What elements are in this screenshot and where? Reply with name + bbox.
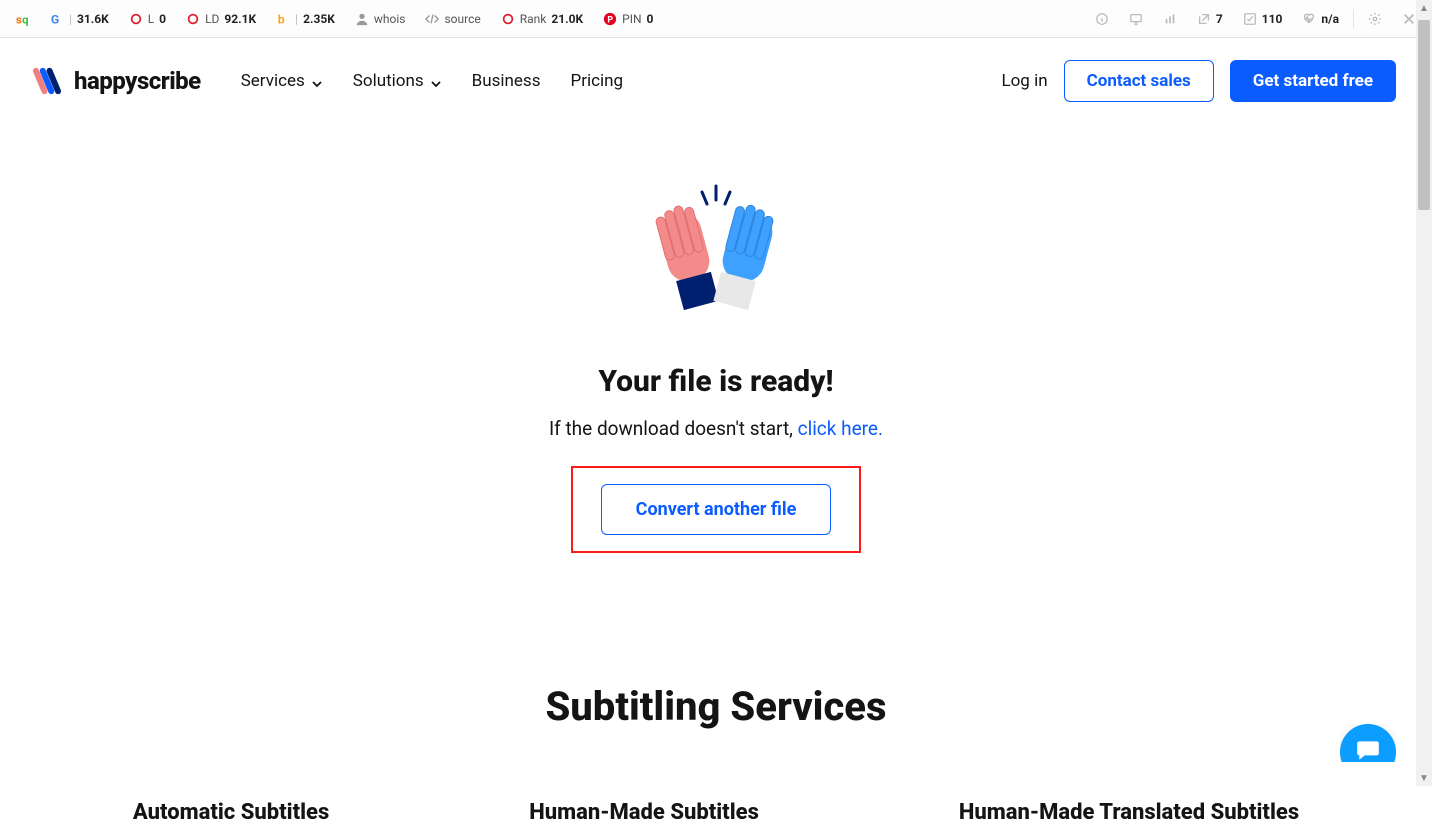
service-card-automatic[interactable]: Automatic Subtitles	[133, 800, 329, 825]
svg-text:q: q	[22, 12, 28, 26]
ext-google-index[interactable]: G | 31.6K	[40, 8, 119, 30]
ext-value: 0	[647, 12, 654, 26]
seoquake-icon: sq	[16, 12, 30, 26]
site-header: happyscribe Services Solutions Business …	[0, 38, 1432, 124]
get-started-button[interactable]: Get started free	[1230, 60, 1396, 102]
nav-label: Services	[241, 71, 305, 91]
red-circle-icon	[186, 12, 200, 26]
heart-icon	[1302, 12, 1316, 26]
ext-monitor[interactable]	[1119, 8, 1153, 30]
nav-label: Pricing	[570, 71, 623, 91]
ext-chart[interactable]	[1153, 8, 1187, 30]
external-icon	[1197, 12, 1211, 26]
nav-pricing[interactable]: Pricing	[570, 71, 623, 91]
ext-seo-icon[interactable]: sq	[6, 8, 40, 30]
nav-services[interactable]: Services	[241, 71, 323, 91]
service-cards: Automatic Subtitles Human-Made Subtitles…	[0, 800, 1432, 825]
ext-source[interactable]: source	[415, 8, 490, 30]
user-icon	[355, 12, 369, 26]
ext-value: 7	[1216, 12, 1223, 26]
svg-text:P: P	[608, 15, 614, 25]
close-icon	[1402, 12, 1416, 26]
ext-settings[interactable]	[1358, 8, 1392, 30]
logo-mark-icon	[30, 64, 64, 98]
ext-label: L	[148, 12, 154, 26]
ext-label: LD	[205, 12, 219, 26]
bing-icon: b	[276, 12, 290, 26]
red-circle-icon	[129, 12, 143, 26]
ext-label: PIN	[622, 12, 641, 26]
svg-text:b: b	[278, 12, 285, 26]
scrollbar-thumb[interactable]	[1418, 20, 1430, 210]
ext-ld-metric[interactable]: LD 92.1K	[176, 8, 266, 30]
nav-solutions[interactable]: Solutions	[353, 71, 442, 91]
service-card-translated[interactable]: Human-Made Translated Subtitles	[959, 800, 1299, 825]
contact-sales-button[interactable]: Contact sales	[1064, 60, 1214, 102]
ext-label: source	[444, 12, 480, 26]
nav-label: Solutions	[353, 71, 424, 91]
click-here-link[interactable]: click here.	[798, 417, 883, 440]
section-title: Subtitling Services	[0, 683, 1432, 730]
ext-info[interactable]	[1085, 8, 1119, 30]
scroll-up-arrow-icon[interactable]: ▲	[1416, 0, 1432, 16]
svg-text:s: s	[16, 12, 22, 26]
google-icon: G	[50, 12, 64, 26]
primary-nav: Services Solutions Business Pricing	[241, 71, 623, 91]
svg-text:G: G	[51, 12, 59, 26]
check-icon	[1243, 12, 1257, 26]
ext-bing-index[interactable]: b | 2.35K	[266, 8, 345, 30]
ext-label: Rank	[520, 12, 547, 26]
convert-another-file-button[interactable]: Convert another file	[601, 484, 832, 535]
header-actions: Log in Contact sales Get started free	[1001, 60, 1396, 102]
ext-l-metric[interactable]: L 0	[119, 8, 176, 30]
ext-value: 0	[159, 12, 166, 26]
nav-label: Business	[472, 71, 541, 91]
ext-rank[interactable]: Rank 21.0K	[491, 8, 593, 30]
code-icon	[425, 12, 439, 26]
ext-value: 31.6K	[77, 12, 109, 26]
ext-value: 110	[1262, 12, 1283, 26]
chevron-down-icon	[430, 75, 442, 87]
subline-prefix: If the download doesn't start,	[549, 417, 798, 440]
scroll-down-arrow-icon[interactable]: ▼	[1416, 770, 1432, 786]
extension-toolbar: sq G | 31.6K L 0 LD 92.1K b	[0, 0, 1432, 38]
brand-name: happyscribe	[74, 67, 201, 95]
pinterest-icon: P	[603, 12, 617, 26]
ext-whois[interactable]: whois	[345, 8, 416, 30]
chart-icon	[1163, 12, 1177, 26]
ext-check[interactable]: 110	[1233, 8, 1293, 30]
info-icon	[1095, 12, 1109, 26]
chevron-down-icon	[311, 75, 323, 87]
brand-logo[interactable]: happyscribe	[30, 64, 201, 98]
ext-label: whois	[374, 12, 406, 26]
ext-external[interactable]: 7	[1187, 8, 1233, 30]
scrollbar-track[interactable]: ▲ ▼	[1416, 0, 1432, 786]
nav-business[interactable]: Business	[472, 71, 541, 91]
divider	[1353, 9, 1354, 29]
ext-value: 2.35K	[303, 12, 335, 26]
ext-heart[interactable]: n/a	[1292, 8, 1349, 30]
ext-value: 21.0K	[551, 12, 583, 26]
monitor-icon	[1129, 12, 1143, 26]
gear-icon	[1368, 12, 1382, 26]
main-content: Your file is ready! If the download does…	[0, 124, 1432, 825]
highlight-annotation: Convert another file	[571, 466, 862, 553]
ext-pinterest[interactable]: P PIN 0	[593, 8, 663, 30]
service-card-human[interactable]: Human-Made Subtitles	[529, 800, 759, 825]
page-title: Your file is ready!	[0, 364, 1432, 399]
ext-value: n/a	[1321, 12, 1339, 26]
high-five-illustration-icon	[636, 184, 796, 334]
red-circle-icon	[501, 12, 515, 26]
ext-value: 92.1K	[224, 12, 256, 26]
download-help-text: If the download doesn't start, click her…	[0, 417, 1432, 440]
login-link[interactable]: Log in	[1001, 71, 1047, 91]
